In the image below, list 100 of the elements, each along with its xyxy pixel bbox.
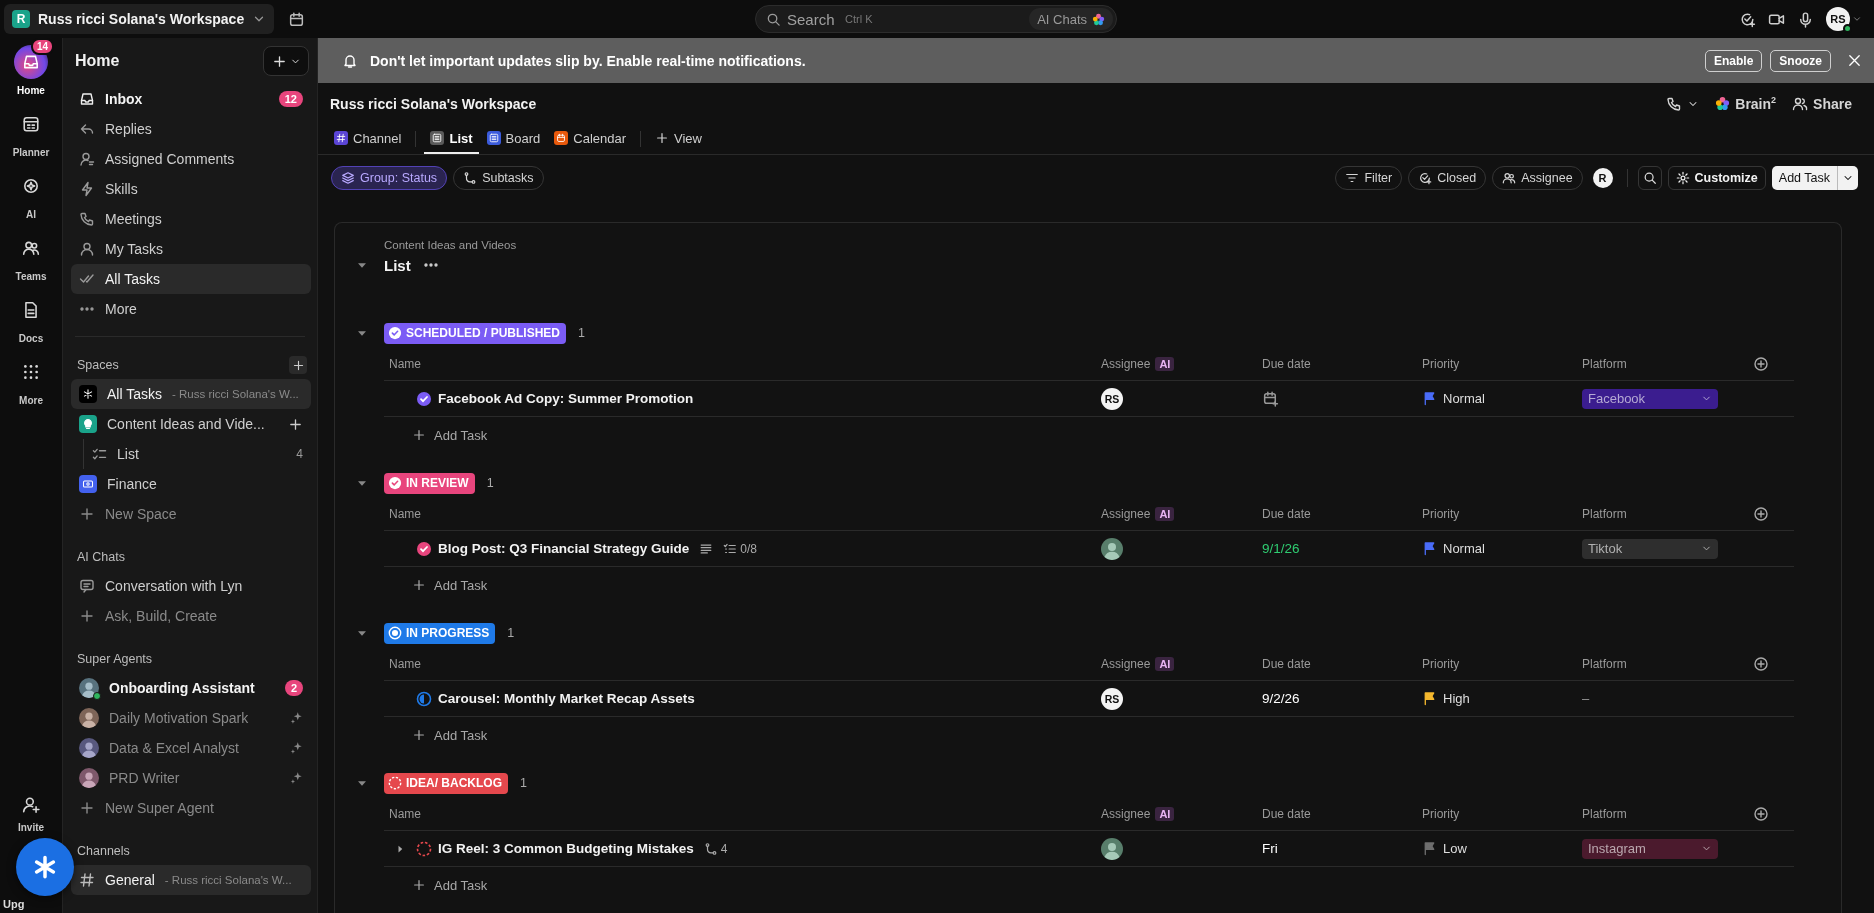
sidebar-item[interactable]: More — [71, 294, 311, 324]
close-button[interactable] — [1847, 53, 1862, 68]
priority-label[interactable]: Normal — [1443, 541, 1485, 556]
due-date[interactable]: 9/1/26 — [1262, 541, 1300, 556]
agent-item[interactable]: Daily Motivation Spark — [71, 703, 311, 733]
channel-item[interactable]: General - Russ ricci Solana's W... — [71, 865, 311, 895]
breadcrumb[interactable]: Content Ideas and Videos — [384, 239, 517, 251]
agent-item[interactable]: Data & Excel Analyst — [71, 733, 311, 763]
status-badge[interactable]: IN PROGRESS — [384, 622, 496, 644]
add-column-icon[interactable] — [1753, 805, 1769, 822]
agent-item[interactable]: Onboarding Assistant 2 — [71, 673, 311, 703]
search-button[interactable] — [1637, 165, 1662, 190]
column-header[interactable]: Name — [389, 506, 421, 521]
create-button[interactable] — [263, 46, 309, 76]
assignee-avatar[interactable]: RS — [1101, 687, 1123, 710]
view-tab[interactable]: List — [424, 124, 479, 154]
ai-chats-button[interactable]: AI Chats — [1029, 8, 1113, 30]
banner-button[interactable]: Enable — [1704, 49, 1763, 72]
column-header[interactable]: Priority — [1422, 656, 1460, 671]
rail-item[interactable]: Planner — [0, 100, 62, 162]
calendar-icon[interactable] — [288, 10, 306, 28]
rail-item[interactable]: 14 Home — [0, 38, 62, 100]
ai-badge[interactable]: AI — [1155, 656, 1175, 671]
rail-item[interactable]: Docs — [0, 286, 62, 348]
customize-button[interactable]: Customize — [1667, 165, 1766, 190]
sidebar-item[interactable]: Replies — [71, 114, 311, 144]
column-header[interactable]: Platform — [1582, 356, 1627, 371]
column-header[interactable]: Due date — [1262, 806, 1311, 821]
rail-label[interactable]: Upg — [3, 898, 25, 910]
space-item[interactable]: Content Ideas and Vide... — [71, 409, 311, 439]
column-header[interactable]: Name — [389, 356, 421, 371]
column-header[interactable]: Name — [389, 656, 421, 671]
add-view-button[interactable]: View — [649, 124, 708, 154]
task-check-icon[interactable] — [1739, 10, 1756, 28]
assignee-avatar[interactable]: RS — [1101, 387, 1123, 410]
add-column-icon[interactable] — [1753, 505, 1769, 522]
column-header[interactable]: Priority — [1422, 806, 1460, 821]
column-header[interactable]: Priority — [1422, 356, 1460, 371]
space-item[interactable]: All Tasks - Russ ricci Solana's W... — [71, 379, 311, 409]
task-name[interactable]: Blog Post: Q3 Financial Strategy Guide — [438, 541, 690, 556]
task-name[interactable]: Carousel: Monthly Market Recap Assets — [438, 691, 695, 706]
search-bar[interactable]: Search Ctrl K AI Chats — [755, 5, 1117, 33]
ai-badge[interactable]: AI — [1155, 506, 1175, 521]
add-task-row[interactable]: Add Task — [384, 417, 488, 453]
column-header[interactable]: Priority — [1422, 506, 1460, 521]
column-header[interactable]: Due date — [1262, 506, 1311, 521]
add-task-row[interactable]: Add Task — [384, 717, 488, 753]
status-badge[interactable]: IN REVIEW — [384, 472, 475, 494]
rail-item[interactable]: Teams — [0, 224, 62, 286]
sidebar-item[interactable]: Skills — [71, 174, 311, 204]
agent-item[interactable]: PRD Writer — [71, 763, 311, 793]
column-header[interactable]: Assignee — [1101, 356, 1151, 371]
due-date[interactable]: 9/2/26 — [1262, 691, 1300, 706]
ai-badge[interactable]: AI — [1155, 356, 1175, 371]
column-header[interactable]: Assignee — [1101, 506, 1151, 521]
column-header[interactable]: Platform — [1582, 656, 1627, 671]
column-header[interactable]: Due date — [1262, 656, 1311, 671]
priority-label[interactable]: Normal — [1443, 391, 1485, 406]
status-badge[interactable]: IDEA/ BACKLOG — [384, 772, 508, 794]
platform-tag[interactable]: Tiktok — [1582, 538, 1718, 559]
assignee-avatar[interactable]: R — [1592, 167, 1613, 188]
add-space-button[interactable] — [289, 356, 307, 374]
view-tab[interactable]: Calendar — [548, 124, 633, 154]
column-header[interactable]: Assignee — [1101, 806, 1151, 821]
add-item-button[interactable]: Ask, Build, Create — [71, 601, 311, 631]
ai-badge[interactable]: AI — [1155, 806, 1175, 821]
chat-item[interactable]: Conversation with Lyn — [71, 571, 311, 601]
banner-button[interactable]: Snooze — [1770, 49, 1831, 72]
view-tab[interactable]: Board — [480, 124, 547, 154]
add-item-button[interactable]: New Super Agent — [71, 793, 311, 823]
task-name[interactable]: Facebook Ad Copy: Summer Promotion — [438, 391, 694, 406]
share-button[interactable]: Share — [1792, 95, 1852, 112]
add-task-row[interactable]: Add Task — [384, 567, 488, 603]
column-header[interactable]: Assignee — [1101, 656, 1151, 671]
add-item-button[interactable]: New Space — [71, 499, 311, 529]
platform-tag[interactable]: Instagram — [1582, 838, 1718, 859]
microphone-icon[interactable] — [1797, 10, 1814, 28]
sidebar-item[interactable]: List 4 — [83, 439, 311, 469]
priority-label[interactable]: Low — [1443, 841, 1467, 856]
sidebar-item[interactable]: Meetings — [71, 204, 311, 234]
call-button[interactable] — [1666, 95, 1700, 112]
column-header[interactable]: Platform — [1582, 806, 1627, 821]
add-column-icon[interactable] — [1753, 355, 1769, 372]
add-column-icon[interactable] — [1753, 655, 1769, 672]
add-task-row[interactable]: Add Task — [384, 867, 488, 903]
toolbar-pill[interactable]: Group: Status — [331, 165, 448, 190]
sidebar-item[interactable]: Inbox 12 — [71, 84, 311, 114]
priority-label[interactable]: High — [1443, 691, 1470, 706]
sidebar-item[interactable]: All Tasks — [71, 264, 311, 294]
user-avatar[interactable]: RS — [1826, 7, 1850, 31]
add-date-icon[interactable] — [1262, 390, 1279, 407]
rail-item[interactable]: AI — [0, 162, 62, 224]
space-item[interactable]: Finance — [71, 469, 311, 499]
workspace-switcher[interactable]: R Russ ricci Solana's Workspace — [4, 4, 275, 34]
rail-item[interactable]: More — [0, 348, 62, 410]
column-header[interactable]: Due date — [1262, 356, 1311, 371]
due-date[interactable]: Fri — [1262, 841, 1278, 856]
task-name[interactable]: IG Reel: 3 Common Budgeting Mistakes — [438, 841, 694, 856]
invite-button[interactable]: Invite — [0, 790, 62, 836]
sidebar-item[interactable]: My Tasks — [71, 234, 311, 264]
